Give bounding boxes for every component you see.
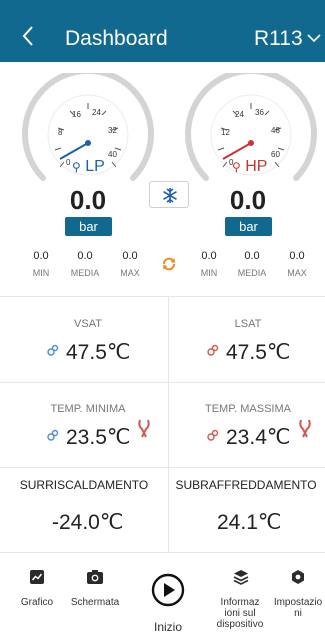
tab-informazioni[interactable]: Informaz ioni sul dispositivo	[208, 597, 272, 630]
hp-min: 0.0 MIN	[189, 250, 229, 278]
hp-max: 0.0 MAX	[277, 250, 317, 278]
lp-tick-32: 32	[108, 126, 117, 135]
lp-unit-button[interactable]: bar	[65, 217, 112, 236]
hp-media-label: MEDIA	[237, 268, 267, 278]
vapor-icon	[47, 344, 59, 356]
hp-tick-60: 60	[271, 150, 280, 159]
divider	[0, 296, 325, 297]
lp-media: 0.0 MEDIA	[65, 250, 105, 278]
hp-tick-24: 24	[235, 110, 244, 119]
temp-min-label: TEMP. MINIMA	[50, 403, 126, 415]
vsat-label: VSAT	[74, 318, 102, 330]
hp-media: 0.0 MEDIA	[232, 250, 272, 278]
app-header: Dashboard R113	[0, 0, 325, 62]
lp-tick-16: 16	[72, 110, 81, 119]
tab-informazioni-line2: ioni sul	[224, 608, 256, 619]
tab-impostazioni[interactable]: Impostazio ni	[271, 597, 325, 619]
divider	[0, 552, 325, 553]
tab-schermata[interactable]: Schermata	[64, 597, 126, 608]
lp-tick-24: 24	[92, 108, 101, 117]
subcooling-label: SUBRAFFREDDAMENTO	[175, 478, 317, 492]
vsat-value: 47.5℃	[66, 341, 131, 364]
snowflake-icon	[163, 188, 177, 203]
clamp-sensor-icon	[138, 419, 150, 438]
lp-tick-40: 40	[108, 150, 117, 159]
settings-icon[interactable]	[290, 569, 306, 585]
lp-tick-0: 0	[66, 158, 71, 167]
hp-label-text: HP	[245, 158, 268, 175]
temp-max-value: 23.4℃	[226, 426, 291, 449]
tab-informazioni-line1: Informaz	[220, 597, 260, 608]
lsat-label: LSAT	[234, 318, 262, 330]
clamp-sensor-icon	[299, 419, 311, 438]
lp-label-text: LP	[85, 158, 105, 175]
hp-unit-button[interactable]: bar	[225, 217, 272, 236]
tab-impostazioni-line1: Impostazio	[273, 597, 323, 608]
refrigerant-selector[interactable]: R113	[254, 27, 303, 51]
page-title: Dashboard	[65, 27, 168, 50]
liquid-icon	[207, 429, 219, 441]
subcooling-value: 24.1℃	[217, 511, 282, 534]
hp-probe-icon: ⚲	[232, 160, 241, 174]
lp-max-value: 0.0	[122, 250, 138, 262]
lp-min: 0.0 MIN	[21, 250, 61, 278]
lp-max: 0.0 MAX	[110, 250, 150, 278]
vapor-icon	[47, 429, 59, 441]
hp-tick-12: 12	[221, 128, 230, 137]
hp-tick-36: 36	[255, 108, 264, 117]
tab-grafico[interactable]: Grafico	[14, 597, 60, 608]
divider	[0, 382, 325, 383]
hp-max-value: 0.0	[289, 250, 305, 262]
lp-media-label: MEDIA	[70, 268, 100, 278]
camera-icon[interactable]	[86, 569, 104, 585]
superheat-label: SURRISCALDAMENTO	[19, 478, 149, 492]
lp-probe-icon: ⚲	[72, 160, 81, 174]
layers-icon[interactable]	[233, 569, 249, 585]
lp-min-value: 0.0	[33, 250, 49, 262]
tab-informazioni-line3: dispositivo	[216, 619, 264, 630]
hp-max-label: MAX	[287, 268, 307, 278]
hp-label: ⚲ HP	[232, 158, 267, 176]
divider	[0, 467, 325, 468]
refresh-icon[interactable]	[161, 256, 177, 272]
lp-tick-8: 8	[58, 128, 63, 137]
divider	[168, 296, 169, 552]
temp-min-value: 23.5℃	[66, 426, 131, 449]
back-icon[interactable]	[22, 24, 34, 48]
mode-toggle-button[interactable]	[149, 181, 189, 208]
chevron-down-icon[interactable]	[307, 33, 321, 43]
superheat-value: -24.0℃	[52, 511, 124, 534]
hp-min-value: 0.0	[201, 250, 217, 262]
hp-pressure-value: 0.0	[229, 185, 267, 215]
liquid-icon	[207, 344, 219, 356]
temp-max-label: TEMP. MASSIMA	[205, 403, 291, 415]
lsat-value: 47.5℃	[226, 341, 291, 364]
hp-tick-48: 48	[271, 126, 280, 135]
lp-label: ⚲ LP	[72, 158, 105, 176]
lp-max-label: MAX	[120, 268, 140, 278]
hp-min-label: MIN	[200, 268, 218, 278]
tab-impostazioni-line2: ni	[294, 608, 302, 619]
chart-icon[interactable]	[29, 569, 45, 585]
lp-media-value: 0.0	[77, 250, 93, 262]
lp-pressure-value: 0.0	[69, 185, 107, 215]
tab-inizio[interactable]: Inizio	[145, 621, 191, 633]
lp-min-label: MIN	[32, 268, 50, 278]
hp-media-value: 0.0	[244, 250, 260, 262]
play-icon[interactable]	[151, 573, 185, 607]
